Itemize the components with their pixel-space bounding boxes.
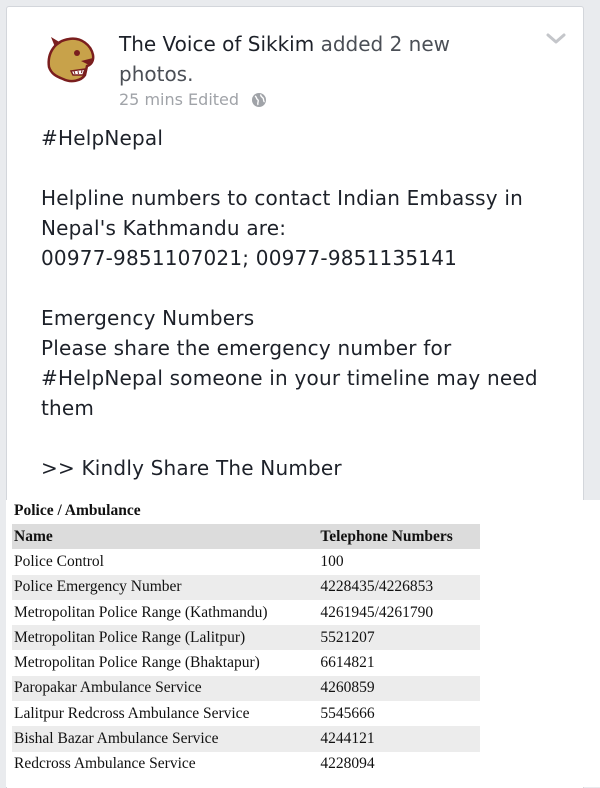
row-name: Police Emergency Number	[14, 578, 182, 596]
row-name: Paropakar Ambulance Service	[14, 679, 202, 697]
row-number: 5545666	[320, 704, 375, 722]
row-name: Police Control	[14, 552, 104, 570]
emergency-table: Name Telephone Numbers Police Control 10…	[12, 524, 480, 777]
row-name: Metropolitan Police Range (Bhaktapur)	[14, 654, 260, 672]
row-number: 6614821	[320, 654, 375, 672]
emergency-numbers-photo[interactable]: Police / Ambulance Name Telephone Number…	[6, 500, 600, 787]
page-name-link[interactable]: The Voice of Sikkim	[119, 32, 314, 56]
cougar-logo-icon	[47, 37, 95, 83]
helpline-text: Helpline numbers to contact Indian Embas…	[41, 186, 523, 240]
globe-icon	[251, 92, 267, 108]
row-number: 100	[320, 552, 344, 570]
row-name: Lalitpur Redcross Ambulance Service	[14, 704, 250, 722]
edited-label[interactable]: Edited	[188, 89, 239, 111]
post-timestamp[interactable]: 25 mins	[119, 89, 183, 111]
row-number: 4244121	[320, 730, 375, 748]
chevron-down-icon[interactable]	[543, 29, 569, 49]
table-row: Metropolitan Police Range (Bhaktapur) 66…	[12, 650, 480, 675]
table-row: Police Control 100	[12, 549, 480, 574]
table-title: Police / Ambulance	[14, 502, 141, 519]
table-row: Paropakar Ambulance Service 4260859	[12, 675, 480, 702]
row-name: Bishal Bazar Ambulance Service	[14, 730, 219, 748]
row-number: 4260859	[320, 679, 375, 697]
emergency-heading: Emergency Numbers	[41, 306, 255, 330]
row-name: Metropolitan Police Range (Lalitpur)	[14, 628, 246, 646]
helpline-numbers: 00977-9851107021; 00977-9851135141	[41, 246, 458, 270]
post-meta: 25 mins Edited	[119, 89, 267, 111]
share-request-text: Please share the emergency number for #H…	[41, 336, 538, 420]
row-name: Metropolitan Police Range (Kathmandu)	[14, 603, 268, 621]
table-header-row: Name Telephone Numbers	[12, 524, 480, 550]
row-number: 4261945/4261790	[320, 603, 434, 621]
post-header: The Voice of Sikkim added 2 new photos. …	[7, 7, 583, 122]
table-row: Metropolitan Police Range (Kathmandu) 42…	[12, 600, 480, 625]
page-avatar[interactable]	[41, 31, 99, 89]
hashtag-helpnepal[interactable]: #HelpNepal	[41, 123, 571, 153]
table-row: Police Emergency Number 4228435/4226853	[12, 574, 480, 600]
column-header-telephone: Telephone Numbers	[320, 527, 453, 545]
row-number: 4228094	[320, 755, 375, 773]
table-row: Redcross Ambulance Service 4228094	[12, 752, 480, 777]
table-row: Lalitpur Redcross Ambulance Service 5545…	[12, 701, 480, 726]
table-row: Metropolitan Police Range (Lalitpur) 552…	[12, 625, 480, 651]
post-title: The Voice of Sikkim added 2 new photos.	[119, 29, 479, 89]
share-prompt: >> Kindly Share The Number	[41, 456, 342, 480]
row-name: Redcross Ambulance Service	[14, 755, 196, 773]
post-body: #HelpNepal Helpline numbers to contact I…	[41, 123, 571, 483]
column-header-name: Name	[14, 527, 53, 545]
table-row: Bishal Bazar Ambulance Service 4244121	[12, 726, 480, 752]
row-number: 5521207	[320, 628, 375, 646]
row-number: 4228435/4226853	[320, 578, 434, 596]
